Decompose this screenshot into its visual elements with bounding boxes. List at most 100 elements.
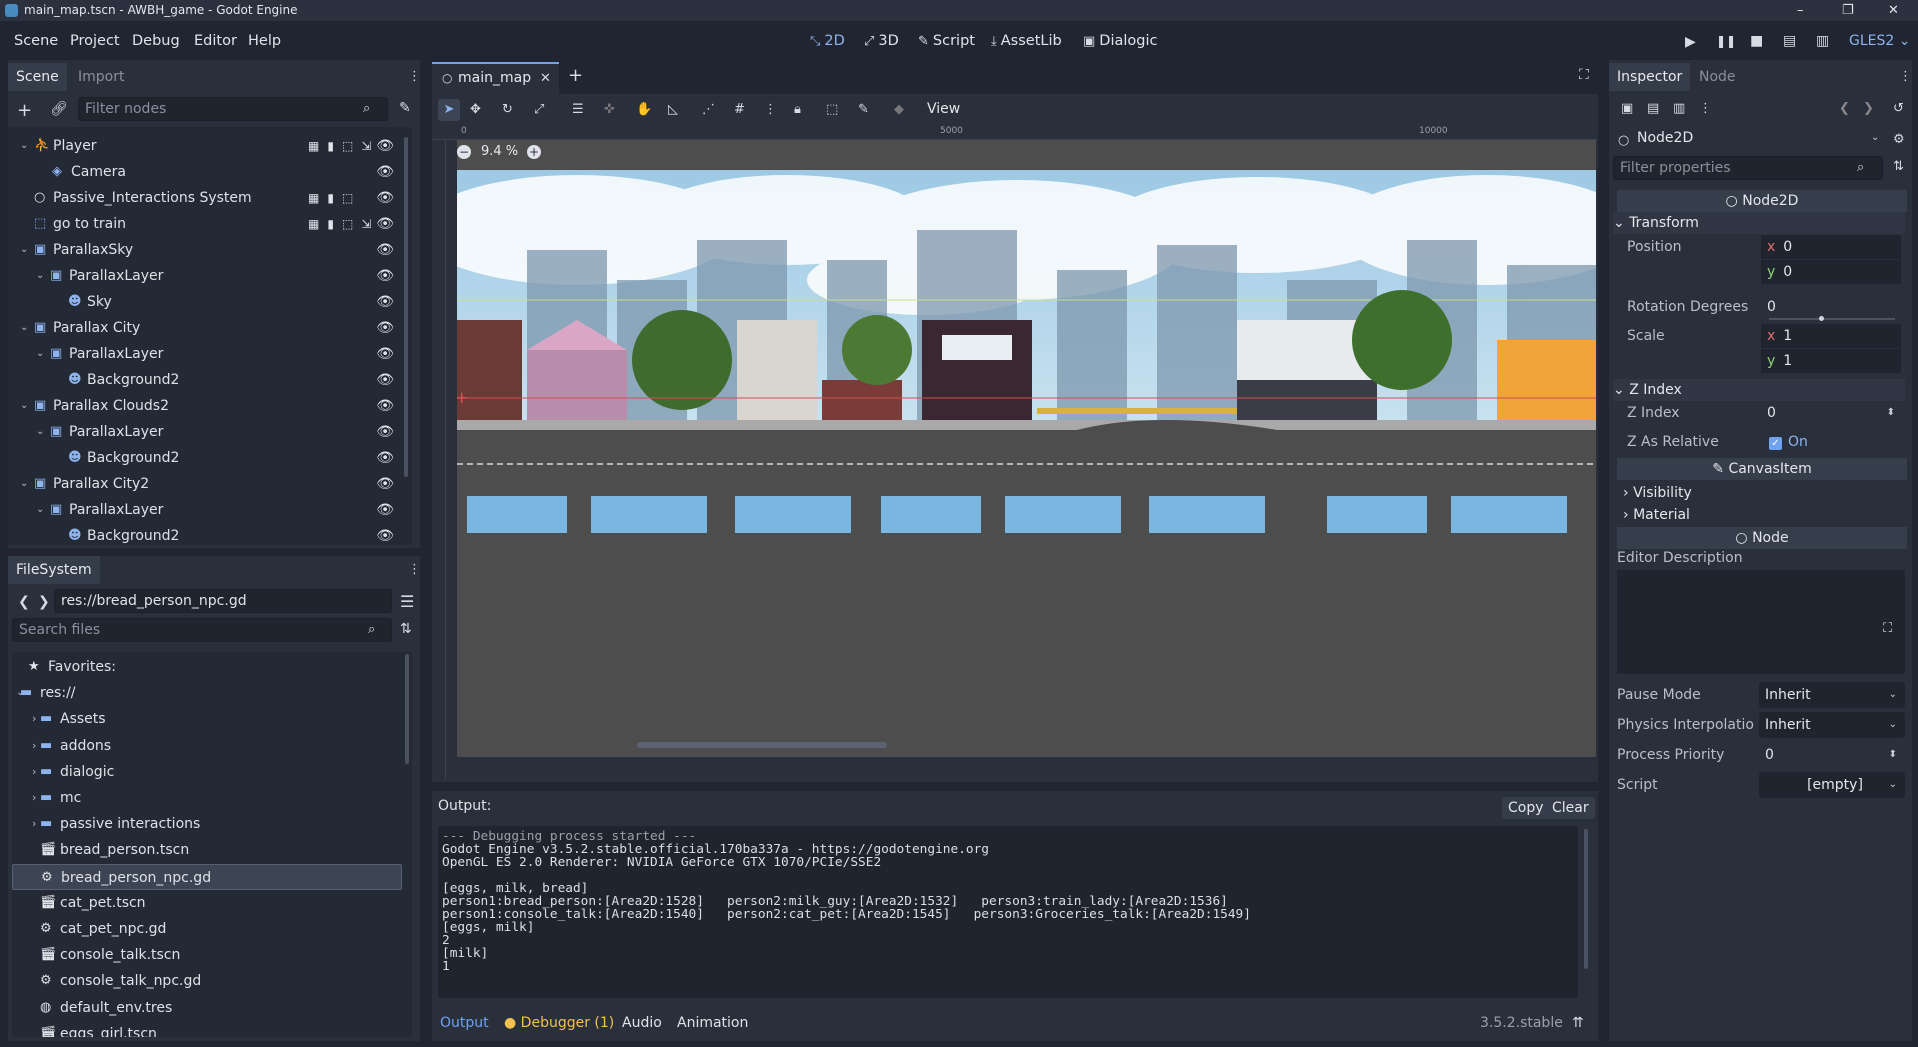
rotation-slider[interactable] — [1769, 318, 1895, 320]
mode-dialogic-button[interactable]: ▣ Dialogic — [1083, 33, 1157, 49]
file-scrollbar[interactable] — [405, 654, 409, 764]
chevron-down-icon[interactable]: ⌄ — [36, 341, 44, 367]
copy-button[interactable]: Copy — [1502, 797, 1550, 819]
scale-x-field[interactable]: x1 — [1761, 324, 1901, 348]
folder-item[interactable]: › ▬ passive interactions — [12, 811, 402, 837]
scene-tree-item[interactable]: ⌄ ▣ ParallaxSky 👁︎ — [8, 237, 412, 263]
renderer-select[interactable]: GLES2 ⌄ — [1849, 33, 1910, 49]
zindex-spinbox[interactable]: 0 ⬍ — [1761, 401, 1901, 425]
node-type-select[interactable]: ○ Node2D ⌄ — [1613, 128, 1889, 152]
visibility-eye-icon[interactable]: 👁︎ — [376, 237, 394, 263]
rotate-tool-icon[interactable]: ↻ — [502, 103, 513, 116]
visibility-eye-icon[interactable]: 👁︎ — [376, 523, 394, 545]
scale-tool-icon[interactable]: ⤢ — [534, 103, 544, 116]
tab-inspector[interactable]: Inspector — [1609, 63, 1691, 91]
play-scene-icon[interactable]: ▤ — [1783, 34, 1796, 48]
scene-tree-item[interactable]: ⌄ ▣ ParallaxLayer 👁︎ — [8, 263, 412, 289]
stop-icon[interactable]: ■ — [1750, 34, 1763, 48]
scale-y-field[interactable]: y1 — [1761, 349, 1901, 373]
expand-icon[interactable]: ⛶ — [1883, 622, 1892, 635]
skeleton-icon[interactable]: ✎ — [858, 103, 869, 116]
material-section[interactable]: › Material — [1623, 504, 1690, 526]
visibility-eye-icon[interactable]: 👁︎ — [376, 497, 394, 523]
move-tool-icon[interactable]: ✥ — [470, 103, 481, 116]
tab-animation[interactable]: Animation — [677, 1009, 748, 1037]
list-select-icon[interactable]: ☰ — [572, 103, 584, 116]
visibility-eye-icon[interactable]: 👁︎ — [376, 133, 394, 159]
add-tab-icon[interactable]: + — [568, 67, 583, 85]
visibility-eye-icon[interactable]: 👁︎ — [376, 263, 394, 289]
scene-tree-item[interactable]: ☻ Sky 👁︎ — [8, 289, 412, 315]
scene-tree-item[interactable]: ☻ Background2 👁︎ — [8, 523, 412, 545]
visibility-eye-icon[interactable]: 👁︎ — [376, 393, 394, 419]
menu-help[interactable]: Help — [248, 33, 281, 49]
zindex-section[interactable]: ⌄ Z Index — [1613, 379, 1905, 401]
tab-output[interactable]: Output — [440, 1009, 489, 1037]
menu-editor[interactable]: Editor — [194, 33, 237, 49]
forward-icon[interactable]: ❯ — [38, 595, 50, 609]
node-tool-icons[interactable]: ▦▮⬚⇲ — [308, 133, 379, 159]
scene-tree-item[interactable]: ☻ Background2 👁︎ — [8, 445, 412, 471]
mode-script-button[interactable]: ✎ Script — [918, 33, 975, 49]
fullscreen-icon[interactable]: ⛶ — [1579, 68, 1589, 82]
mode-3d-button[interactable]: ⤢ 3D — [864, 33, 899, 49]
path-field[interactable]: res://bread_person_npc.gd — [54, 589, 392, 613]
back-icon[interactable]: ❮ — [18, 595, 30, 609]
select-tool-icon[interactable]: ➤ — [438, 99, 460, 121]
scene-tree-item[interactable]: ⬚ go to train ▦▮⬚⇲ 👁︎ — [8, 211, 412, 237]
visibility-eye-icon[interactable]: 👁︎ — [376, 367, 394, 393]
dock-menu-icon[interactable]: ⋮ — [1899, 70, 1912, 83]
sort-icon[interactable]: ⇅ — [400, 622, 412, 636]
menu-project[interactable]: Project — [70, 33, 120, 49]
transform-section[interactable]: ⌄ Transform — [1613, 212, 1905, 234]
history-forward-icon[interactable]: ❯ — [1863, 102, 1874, 115]
grid-snap-icon[interactable]: # — [734, 103, 745, 116]
zoom-in-icon[interactable]: + — [527, 145, 541, 159]
dock-menu-icon[interactable]: ⋮ — [408, 70, 421, 83]
file-item[interactable]: 🎬︎ eggs_girl.tscn — [12, 1021, 402, 1037]
split-view-icon[interactable]: ☰ — [400, 594, 414, 610]
camera-override-icon[interactable]: ◆ — [894, 103, 904, 116]
history-icon[interactable]: ↺ — [1893, 102, 1904, 115]
play-custom-scene-icon[interactable]: ▥ — [1816, 34, 1829, 48]
clear-button[interactable]: Clear — [1546, 797, 1595, 819]
tab-node[interactable]: Node — [1691, 63, 1744, 91]
chevron-down-icon[interactable]: ⌄ — [20, 133, 28, 159]
mode-assetlib-button[interactable]: ⤓ AssetLib — [991, 33, 1062, 49]
filter-nodes-input[interactable]: Filter nodes — [78, 97, 388, 121]
position-x-field[interactable]: x0 — [1761, 235, 1901, 259]
tab-debugger[interactable]: ● Debugger (1) — [504, 1009, 614, 1037]
node-tool-icons[interactable]: ▦▮⬚ — [308, 185, 361, 211]
new-resource-icon[interactable]: ▣ — [1621, 102, 1633, 115]
visibility-eye-icon[interactable]: 👁︎ — [376, 341, 394, 367]
process-priority-spinbox[interactable]: 0 ⬍ — [1759, 742, 1905, 768]
node-tool-icons[interactable]: ▦▮⬚⇲ — [308, 211, 379, 237]
scene-tree-item[interactable]: ⌄ ▣ Parallax City2 👁︎ — [8, 471, 412, 497]
file-item[interactable]: ⚙ bread_person_npc.gd — [12, 863, 402, 890]
minimize-button[interactable]: – — [1797, 0, 1804, 21]
rotation-field[interactable]: 0 — [1761, 295, 1901, 319]
play-icon[interactable]: ▶ — [1685, 35, 1696, 49]
chevron-down-icon[interactable]: ⌄ — [36, 419, 44, 445]
file-item[interactable]: ⚙ console_talk_npc.gd — [12, 968, 402, 994]
tab-filesystem[interactable]: FileSystem — [8, 556, 100, 584]
search-files-input[interactable]: Search files — [12, 618, 392, 642]
scene-tree-item[interactable]: ⌄ ▣ Parallax City 👁︎ — [8, 315, 412, 341]
folder-item[interactable]: › ▬ Assets — [12, 706, 402, 732]
file-item[interactable]: ◍ default_env.tres — [12, 995, 402, 1021]
folder-item[interactable]: › ▬ dialogic — [12, 759, 402, 785]
favorites-item[interactable]: ★ Favorites: — [12, 654, 402, 680]
file-item[interactable]: 🎬︎ bread_person.tscn — [12, 837, 402, 863]
pivot-icon[interactable]: ✜ — [604, 103, 615, 116]
close-tab-icon[interactable]: ✕ — [540, 72, 551, 85]
editor-description-textarea[interactable]: ⛶ — [1617, 570, 1905, 674]
file-item[interactable]: ⌄ ▬ res:// — [12, 680, 402, 706]
zoom-out-icon[interactable]: − — [457, 145, 471, 159]
tab-main-map[interactable]: ○ main_map ✕ — [432, 62, 559, 94]
history-back-icon[interactable]: ❮ — [1839, 102, 1850, 115]
folder-item[interactable]: › ▬ mc — [12, 785, 402, 811]
physics-interpolation-dropdown[interactable]: Inherit ⌄ — [1759, 712, 1905, 738]
smart-snap-icon[interactable]: ⋰ — [702, 103, 715, 116]
visibility-section[interactable]: › Visibility — [1623, 482, 1692, 504]
save-icon[interactable]: ▥ — [1673, 102, 1685, 115]
